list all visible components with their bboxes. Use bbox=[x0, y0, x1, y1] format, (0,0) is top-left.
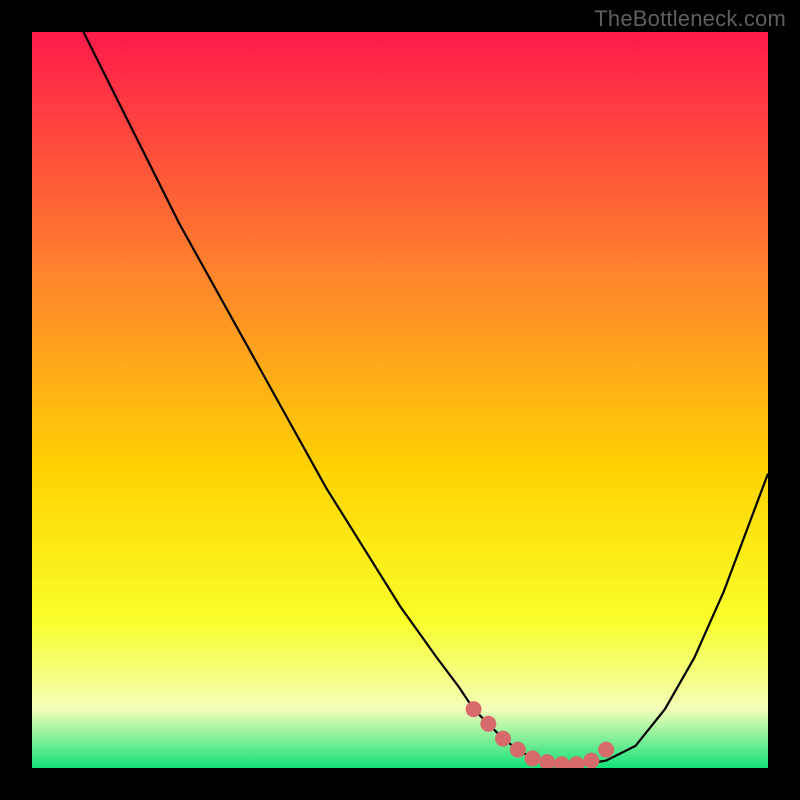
chart-svg bbox=[32, 32, 768, 768]
outer-frame: TheBottleneck.com bbox=[0, 0, 800, 800]
marker-dot bbox=[598, 742, 614, 758]
watermark-text: TheBottleneck.com bbox=[594, 6, 786, 32]
marker-dot bbox=[495, 731, 511, 747]
marker-dot bbox=[510, 742, 526, 758]
gradient-background bbox=[32, 32, 768, 768]
marker-dot bbox=[525, 750, 541, 766]
marker-dot bbox=[583, 753, 599, 768]
plot-area bbox=[32, 32, 768, 768]
marker-dot bbox=[480, 716, 496, 732]
marker-dot bbox=[466, 701, 482, 717]
